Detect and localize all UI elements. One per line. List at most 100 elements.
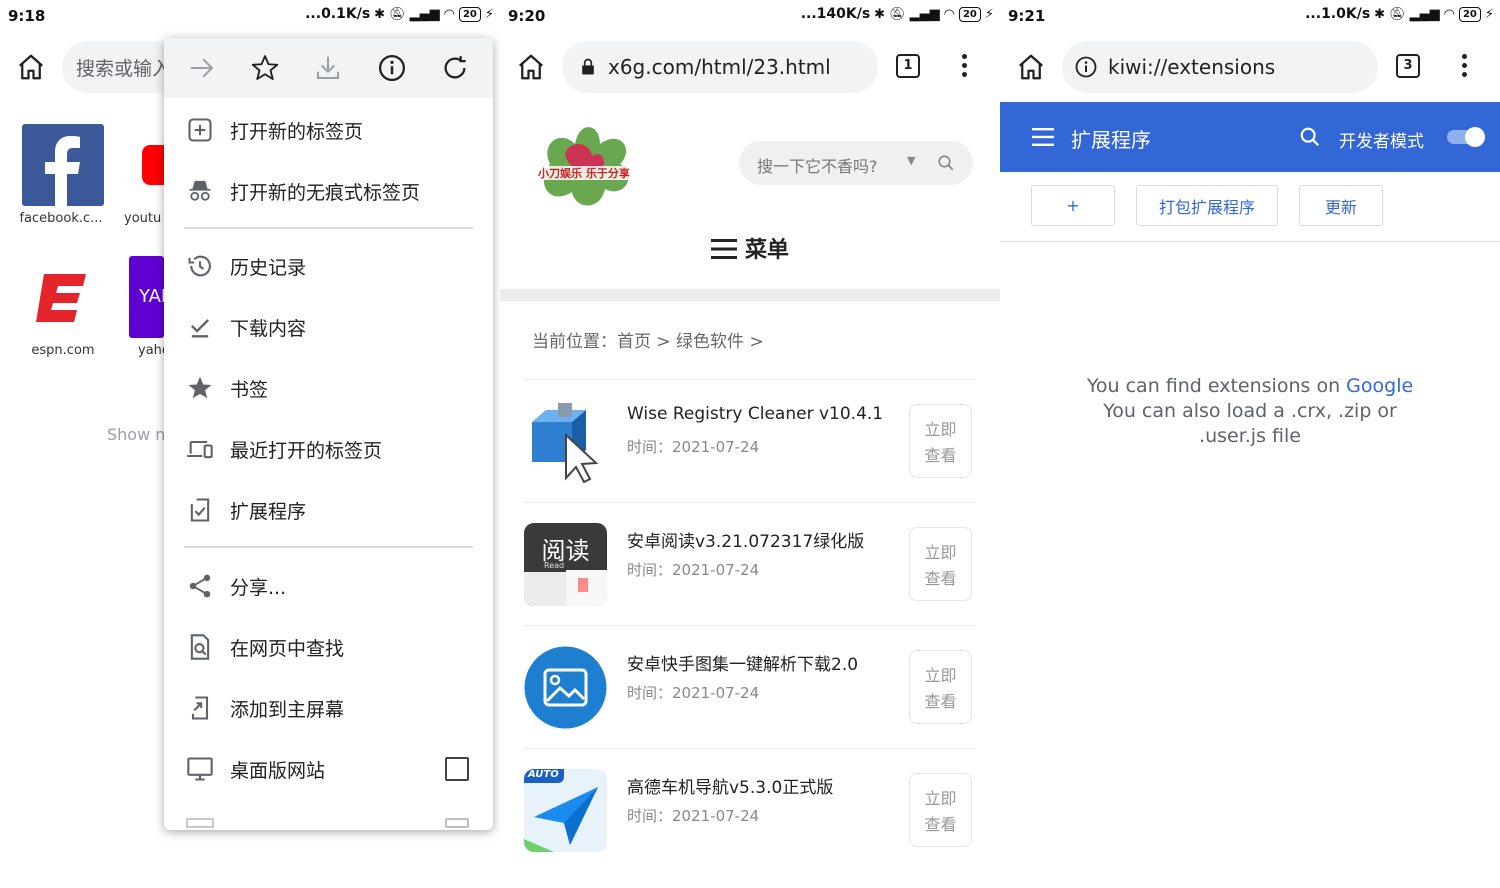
charging-icon: ⚡︎ [1484, 6, 1494, 22]
dev-mode-label: 开发者模式 [1339, 132, 1424, 152]
item-title[interactable]: 安卓快手图集一键解析下载2.0 [627, 650, 858, 675]
pack-extension-button[interactable]: 打包扩展程序 [1136, 185, 1278, 226]
tile-label: espn.com [31, 343, 95, 358]
list-item[interactable]: AUTO 高德车机导航v5.3.0正式版 时间：2021-07-24 立即 查看 [524, 748, 976, 871]
search-icon[interactable] [1299, 126, 1321, 148]
menu-item-partial [164, 808, 493, 830]
read-icon-sub: Read [544, 561, 565, 570]
history-icon [188, 255, 211, 277]
gallery-app-icon [524, 646, 607, 729]
dropdown-caret-icon[interactable]: ▼ [907, 154, 915, 167]
list-item[interactable]: 安卓快手图集一键解析下载2.0 时间：2021-07-24 立即 查看 [524, 625, 976, 748]
status-bar: 9:18 ...0.1K/s ✱ 🔕︎ ▂▄▆ ◠ 20 ⚡︎ [0, 0, 500, 32]
menu-item-share[interactable]: 分享... [164, 564, 493, 608]
tile-espn[interactable] [22, 256, 104, 338]
tile-youtube[interactable] [142, 145, 164, 185]
menu-kebab-icon[interactable] [960, 54, 968, 80]
menu-item-label: 下载内容 [230, 317, 307, 340]
refresh-icon[interactable] [440, 53, 470, 83]
network-speed: ...140K/s [800, 6, 871, 22]
message-line-3: .user.js file [1199, 425, 1301, 447]
menu-item-history[interactable]: 历史记录 [164, 244, 493, 288]
update-button[interactable]: 更新 [1299, 185, 1383, 226]
hamburger-icon[interactable] [1032, 128, 1054, 146]
status-bar: 9:20 ...140K/s ✱ 🔕︎ ▂▄▆ ◠ 20 ⚡︎ [500, 0, 1000, 32]
mute-icon: 🔕︎ [389, 6, 406, 22]
menu-item-recent-tabs[interactable]: 最近打开的标签页 [164, 427, 493, 471]
yahoo-icon: YAH [139, 286, 164, 307]
item-title[interactable]: 安卓阅读v3.21.072317绿化版 [627, 527, 864, 552]
site-menu-toggle[interactable]: 菜单 [500, 232, 1000, 264]
dev-mode-toggle[interactable] [1446, 126, 1486, 148]
home-icon[interactable] [1016, 52, 1046, 82]
site-search-placeholder: 搜一下它不香吗? [757, 157, 878, 176]
tab-switcher-button[interactable]: 3 [1396, 54, 1420, 78]
hamburger-icon [710, 239, 737, 259]
tile-facebook[interactable] [22, 124, 104, 206]
view-now-button[interactable]: 立即 查看 [909, 527, 972, 601]
info-icon [1075, 56, 1097, 78]
battery-icon: 20 [458, 6, 481, 22]
wifi-icon: ◠ [943, 6, 955, 22]
bookmark-star-icon [188, 376, 212, 399]
menu-item-desktop-site[interactable]: 桌面版网站 [164, 747, 493, 791]
divider-bar [500, 289, 1000, 301]
desktop-site-checkbox[interactable] [445, 757, 469, 781]
item-title[interactable]: 高德车机导航v5.3.0正式版 [627, 773, 833, 798]
menu-item-new-tab[interactable]: 打开新的标签页 [164, 108, 493, 152]
menu-item-find-in-page[interactable]: 在网页中查找 [164, 625, 493, 669]
battery-icon: 20 [958, 6, 981, 22]
item-date: 时间：2021-07-24 [627, 684, 760, 702]
read-icon-text: 阅读 [541, 537, 590, 565]
item-title[interactable]: Wise Registry Cleaner v10.4.1 [627, 404, 883, 424]
google-link[interactable]: Google [1346, 375, 1413, 397]
extensions-header: 扩展程序 开发者模式 [1000, 102, 1500, 172]
lock-icon [582, 58, 594, 75]
view-now-button[interactable]: 立即 查看 [909, 650, 972, 724]
load-unpacked-button[interactable]: + [1031, 185, 1115, 226]
show-more-link[interactable]: Show n [107, 425, 165, 444]
registry-cleaner-icon [532, 403, 599, 483]
menu-item-downloads[interactable]: 下载内容 [164, 305, 493, 349]
menu-item-label: 在网页中查找 [230, 637, 345, 660]
list-item[interactable]: Wise Registry Cleaner v10.4.1 时间：2021-07… [524, 379, 976, 502]
network-speed: ...1.0K/s [1305, 6, 1371, 22]
message-line-1: You can find extensions on Google [1000, 374, 1500, 399]
view-now-button[interactable]: 立即 查看 [909, 404, 972, 478]
address-bar[interactable]: x6g.com/html/23.html [562, 41, 878, 93]
menu-label: 菜单 [744, 238, 789, 263]
menu-item-bookmarks[interactable]: 书签 [164, 366, 493, 410]
site-logo[interactable]: 小刀娱乐 乐于分享 [530, 114, 642, 214]
star-icon[interactable] [250, 53, 280, 83]
page-title: 扩展程序 [1071, 128, 1151, 152]
status-icons: ...1.0K/s ✱ 🔕︎ ▂▄▆ ◠ 20 ⚡︎ [1305, 6, 1494, 22]
tile-yahoo[interactable]: YAH [129, 256, 164, 338]
search-icon[interactable] [937, 154, 955, 172]
menu-kebab-icon[interactable] [1460, 54, 1468, 80]
home-icon[interactable] [516, 52, 546, 82]
read-app-icon: 阅读 Read [524, 523, 607, 606]
url-text: x6g.com/html/23.html [608, 55, 831, 79]
charging-icon: ⚡︎ [484, 6, 494, 22]
mute-icon: 🔕︎ [889, 6, 906, 22]
desktop-icon [187, 757, 213, 781]
address-bar[interactable]: kiwi://extensions [1062, 41, 1378, 93]
download-icon[interactable] [313, 53, 343, 83]
menu-item-incognito[interactable]: 打开新的无痕式标签页 [164, 169, 493, 213]
menu-item-label: 最近打开的标签页 [230, 439, 383, 462]
forward-icon[interactable] [187, 53, 217, 83]
add-to-home-icon [191, 696, 209, 720]
menu-item-extensions[interactable]: 扩展程序 [164, 488, 493, 532]
menu-action-bar [164, 38, 493, 98]
menu-item-label: 扩展程序 [230, 500, 307, 523]
site-search-box[interactable]: 搜一下它不香吗? ▼ [739, 141, 973, 185]
info-icon[interactable] [377, 53, 407, 83]
list-item[interactable]: 阅读 Read 安卓阅读v3.21.072317绿化版 时间：2021-07-2… [524, 502, 976, 625]
tab-switcher-button[interactable]: 1 [896, 54, 920, 78]
devices-icon [187, 440, 213, 459]
breadcrumb: 当前位置：首页 > 绿色软件 > [532, 332, 764, 352]
view-now-button[interactable]: 立即 查看 [909, 773, 972, 847]
home-icon[interactable] [16, 52, 46, 82]
menu-item-add-to-home[interactable]: 添加到主屏幕 [164, 686, 493, 730]
item-date: 时间：2021-07-24 [627, 561, 760, 579]
